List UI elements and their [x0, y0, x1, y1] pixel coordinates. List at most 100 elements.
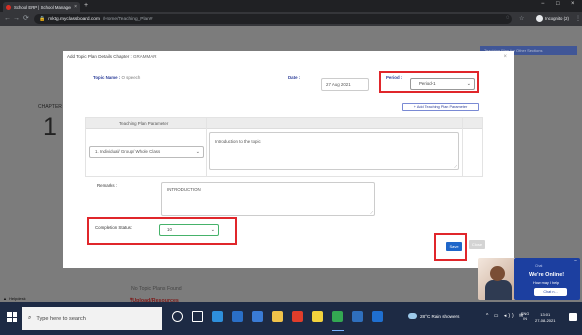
chat-minimize-icon[interactable]: −	[574, 259, 577, 264]
topic-name-label: Topic Name :	[93, 75, 121, 80]
edge-icon[interactable]	[212, 311, 223, 322]
parameter-description-textarea[interactable]: Introduction to the topic ⟋	[209, 132, 459, 170]
date-input[interactable]: 27 Aug 2021	[321, 78, 369, 91]
weather-widget[interactable]: 28°C Rain showers	[408, 313, 459, 319]
chat-mini-label: Chat	[535, 264, 543, 268]
url-host: mktg.myclassboard.com	[48, 16, 100, 22]
save-button[interactable]: Save	[446, 242, 462, 251]
explorer-icon[interactable]	[272, 311, 283, 322]
bookmark-star-icon[interactable]: ☆	[519, 15, 524, 22]
search-icon: ⌕	[28, 315, 32, 321]
forward-icon[interactable]: →	[13, 15, 20, 23]
chat-now-button[interactable]: Chat n...	[534, 288, 567, 296]
user-icon: ▲	[3, 296, 7, 301]
chapter-label: CHAPTER	[38, 104, 62, 110]
cortana-icon[interactable]	[172, 311, 183, 322]
outlook-icon[interactable]	[372, 311, 383, 322]
period-highlight: Period : Period-1 ⌄	[379, 71, 479, 93]
remarks-text: INTRODUCTION	[167, 187, 201, 192]
completion-status-select[interactable]: 10 ⌄	[159, 224, 219, 236]
teaching-plan-parameter-header: Teaching Plan Parameter	[119, 121, 169, 126]
support-agent-image	[478, 258, 518, 300]
resize-handle-icon[interactable]: ⟋	[454, 164, 457, 169]
resize-handle-icon[interactable]: ⟋	[370, 210, 373, 215]
topic-name-value: O speech	[121, 75, 141, 80]
notification-icon[interactable]	[569, 313, 577, 321]
remarks-label: Remarks :	[97, 183, 118, 188]
url-input[interactable]: 🔒 mktg.myclassboard.com/Home/Teaching_Pl…	[34, 14, 512, 24]
chapter-number: 1	[43, 113, 57, 141]
period-label: Period :	[386, 75, 403, 80]
photos-icon[interactable]	[352, 311, 363, 322]
clock-date: 27-08-2021	[535, 317, 556, 323]
region-code: IN	[523, 317, 528, 321]
office-icon[interactable]	[292, 311, 303, 322]
tab-title: School ERP | School Managemen	[14, 4, 71, 10]
completion-status-highlight: Completion Status: 10 ⌄	[87, 217, 237, 245]
close-button[interactable]: Close	[469, 240, 485, 249]
active-app-indicator	[331, 330, 344, 331]
weather-text: 28°C Rain showers	[420, 313, 460, 319]
incognito-label: Incognito (2)	[545, 16, 569, 21]
parameter-description-text: Introduction to the topic	[215, 139, 261, 144]
chat-subtitle: How may I help	[533, 281, 560, 285]
column-divider	[206, 118, 207, 176]
modal-chapter-name: GRAMMAR	[132, 54, 157, 59]
windows-taskbar: ⌕ Type here to search 28°C Rain showers …	[0, 302, 582, 335]
system-tray-icons[interactable]: ^ ▭ ◂)) ✉	[486, 313, 525, 319]
minimize-window-icon[interactable]: −	[541, 1, 545, 7]
chat-title: We're Online!	[529, 272, 565, 278]
parameter-select-value: 1. Individual/ Group/ Whole Class	[95, 149, 161, 154]
back-icon[interactable]: ←	[4, 15, 11, 23]
eye-off-icon[interactable]: ◌	[506, 15, 510, 21]
close-window-icon[interactable]: ×	[571, 1, 575, 7]
sticky-notes-icon[interactable]	[312, 311, 323, 322]
language-indicator[interactable]: ENG IN	[521, 312, 529, 322]
mail-icon[interactable]	[232, 311, 243, 322]
windows-start-icon[interactable]	[7, 312, 17, 322]
cloud-icon	[408, 313, 417, 319]
address-bar-row: ← → ⟳ 🔒 mktg.myclassboard.com/Home/Teach…	[0, 12, 582, 26]
reload-icon[interactable]: ⟳	[23, 15, 29, 23]
agent-head	[490, 266, 505, 281]
save-highlight: Save	[434, 233, 467, 261]
completion-status-value: 10	[167, 227, 172, 232]
helpdesk-label: Helpdesk	[8, 296, 26, 301]
column-divider	[462, 118, 463, 176]
remarks-textarea[interactable]: INTRODUCTION ⟋	[161, 182, 375, 216]
topic-name-field: Topic Name : O speech	[93, 75, 140, 80]
modal-title-prefix: Add Topic Plan Details Chapter :	[67, 54, 133, 59]
no-topic-message: No Topic Plans Found	[131, 286, 182, 292]
lock-icon: 🔒	[39, 16, 46, 22]
chevron-down-icon: ⌄	[195, 149, 200, 155]
search-placeholder: Type here to search	[36, 315, 86, 322]
completion-status-label: Completion Status:	[95, 225, 133, 230]
add-teaching-plan-parameter-button[interactable]: + Add Teaching Plan Parameter	[402, 103, 479, 111]
helpdesk-link[interactable]: ▲ Helpdesk	[3, 296, 26, 301]
chevron-down-icon: ⌄	[466, 81, 471, 87]
period-select[interactable]: Period-1 ⌄	[410, 78, 475, 90]
taskbar-search-input[interactable]: ⌕ Type here to search	[22, 307, 162, 330]
chat-widget[interactable]: − Chat We're Online! How may I help Chat…	[478, 258, 580, 300]
browser-tab[interactable]: School ERP | School Managemen ×	[3, 2, 80, 12]
maximize-window-icon[interactable]: □	[556, 1, 560, 7]
chat-panel: − Chat We're Online! How may I help Chat…	[514, 258, 580, 300]
chevron-down-icon: ⌄	[210, 227, 215, 233]
teaching-plan-parameter-table: Teaching Plan Parameter 1. Individual/ G…	[85, 117, 483, 177]
system-clock[interactable]: 13:01 27-08-2021	[535, 312, 555, 323]
incognito-icon	[536, 15, 543, 22]
table-header: Teaching Plan Parameter	[86, 118, 482, 129]
store-icon[interactable]	[252, 311, 263, 322]
parameter-select[interactable]: 1. Individual/ Group/ Whole Class ⌄	[89, 146, 204, 158]
incognito-indicator[interactable]: Incognito (2)	[536, 15, 569, 22]
chrome-icon[interactable]	[332, 311, 343, 322]
new-tab-button[interactable]: +	[84, 2, 88, 10]
tab-close-icon[interactable]: ×	[74, 4, 77, 10]
modal-title: Add Topic Plan Details Chapter : GRAMMAR	[67, 54, 156, 59]
topic-plan-modal: Add Topic Plan Details Chapter : GRAMMAR…	[63, 51, 514, 268]
site-favicon-icon	[6, 4, 11, 10]
period-select-value: Period-1	[419, 81, 436, 86]
browser-menu-icon[interactable]: ⋮	[575, 15, 581, 22]
task-view-icon[interactable]	[192, 311, 203, 322]
modal-close-icon[interactable]: ×	[503, 54, 507, 60]
